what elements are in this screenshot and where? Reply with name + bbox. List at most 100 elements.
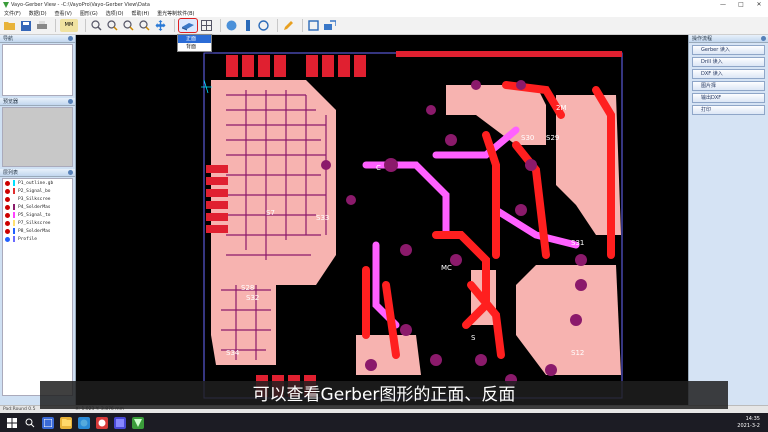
- flip-menu-item-back[interactable]: 背面: [178, 43, 211, 51]
- browser-taskbar-button[interactable]: [78, 416, 90, 429]
- layer-item[interactable]: P7_Silkscree: [3, 219, 72, 227]
- right-panel: 操作流程 Gerber 读入 Drill 读入 DXF 读入 图片择 输出DXF…: [688, 35, 768, 405]
- start-button[interactable]: [6, 417, 18, 429]
- copper-region: [356, 335, 421, 375]
- panel-close-icon[interactable]: [761, 36, 766, 41]
- thumbnail-panel-header: 导航: [0, 35, 75, 43]
- circle-tool-button[interactable]: [225, 19, 238, 32]
- visibility-icon[interactable]: [5, 196, 10, 202]
- folder-icon: [4, 22, 15, 30]
- pcb-drawing: S7 S33 S28 S32 S34 S12 S29 S30 S31 2M MC…: [201, 51, 623, 399]
- menu-options[interactable]: 选项(O): [106, 10, 124, 17]
- layer-item[interactable]: P5_Signal_to: [3, 211, 72, 219]
- layer-item[interactable]: P8_SolderMas: [3, 227, 72, 235]
- line-tool-button[interactable]: [241, 19, 254, 32]
- layer-color-swatch: [13, 236, 15, 242]
- left-panel: 导航 预览器 层列表 P1_outline.gb P2_Signal_bo P3…: [0, 35, 76, 405]
- toolbar-separator: [174, 19, 175, 32]
- app-icon: [116, 418, 124, 427]
- menu-graphics[interactable]: 图形(G): [80, 10, 98, 17]
- layer-color-swatch: [13, 196, 15, 202]
- workflow-panel-title: 操作流程: [692, 36, 713, 42]
- export-button[interactable]: [323, 19, 336, 32]
- tray-date: 2021-3-2: [737, 422, 760, 429]
- silk-label: C: [376, 164, 381, 172]
- layer-item[interactable]: Profile: [3, 235, 72, 243]
- visibility-icon[interactable]: [5, 228, 10, 234]
- taskbar: 14:35 2021-3-2: [0, 413, 768, 432]
- zoom-in-button[interactable]: [90, 19, 103, 32]
- ruler-icon: [258, 20, 269, 31]
- layer-item[interactable]: P2_Signal_bo: [3, 187, 72, 195]
- print-button[interactable]: [35, 19, 48, 32]
- layer-color-swatch: [13, 220, 15, 226]
- print-panel-button[interactable]: 打印: [692, 105, 765, 115]
- measure-button[interactable]: [257, 19, 270, 32]
- title-bar: Vayo-Gerber View - -C:\VayoPro\Vayo-Gerb…: [0, 0, 768, 9]
- panel-close-icon[interactable]: [68, 36, 73, 41]
- visibility-icon[interactable]: [5, 188, 10, 194]
- visibility-icon[interactable]: [5, 236, 10, 242]
- menu-view[interactable]: 查看(V): [55, 10, 72, 17]
- vayo-taskbar-button[interactable]: [132, 416, 144, 429]
- taskview-button[interactable]: [42, 416, 54, 429]
- layer-color-swatch: [13, 188, 15, 194]
- preview-view: [2, 107, 73, 167]
- layer-item[interactable]: P3_Silkscree: [3, 195, 72, 203]
- panel-close-icon[interactable]: [68, 170, 73, 175]
- menu-software[interactable]: 重光等制软件(B): [157, 10, 194, 17]
- vayo-logo-icon: [134, 418, 142, 427]
- visibility-icon[interactable]: [5, 204, 10, 210]
- layer-color-swatch: [13, 180, 15, 186]
- visibility-icon[interactable]: [5, 220, 10, 226]
- pan-button[interactable]: [154, 19, 167, 32]
- layer-item[interactable]: P4_SolderMas: [3, 203, 72, 211]
- pencil-button[interactable]: [282, 19, 295, 32]
- maximize-button[interactable]: □: [732, 0, 750, 9]
- silk-label: 2M: [556, 104, 567, 112]
- silk-label: S33: [316, 214, 329, 222]
- save-button[interactable]: [19, 19, 32, 32]
- panel-close-icon[interactable]: [68, 99, 73, 104]
- visibility-icon[interactable]: [5, 180, 10, 186]
- export-dxf-button[interactable]: 输出DXF: [692, 93, 765, 103]
- gerber-import-button[interactable]: Gerber 读入: [692, 45, 765, 55]
- close-button[interactable]: ✕: [750, 0, 768, 9]
- zoom-out-button[interactable]: [106, 19, 119, 32]
- gerber-canvas[interactable]: S7 S33 S28 S32 S34 S12 S29 S30 S31 2M MC…: [76, 35, 686, 405]
- menu-help[interactable]: 帮助(H): [132, 10, 150, 17]
- select-rect-button[interactable]: [307, 19, 320, 32]
- search-taskbar-button[interactable]: [24, 417, 36, 429]
- app-taskbar-button[interactable]: [96, 416, 108, 429]
- layer-grid-button[interactable]: [200, 19, 213, 32]
- layers-panel-header: 层列表: [0, 169, 75, 177]
- explorer-taskbar-button[interactable]: [60, 416, 72, 429]
- task-view-icon: [44, 418, 52, 427]
- video-subtitle: 可以查看Gerber图形的正面、反面: [40, 381, 728, 409]
- flip-view-button[interactable]: [178, 18, 198, 33]
- layer-item[interactable]: P1_outline.gb: [3, 179, 72, 187]
- unit-select[interactable]: MM: [60, 19, 78, 32]
- image-select-button[interactable]: 图片择: [692, 81, 765, 91]
- app-logo-icon: [3, 1, 9, 8]
- drill-import-button[interactable]: Drill 读入: [692, 57, 765, 67]
- toolbar-separator: [85, 19, 86, 32]
- zoom-window-button[interactable]: [122, 19, 135, 32]
- menu-file[interactable]: 文件(F): [4, 10, 21, 17]
- window-title: Vayo-Gerber View - -C:\VayoPro\Vayo-Gerb…: [11, 1, 150, 8]
- browser-icon: [80, 419, 88, 426]
- visibility-icon[interactable]: [5, 212, 10, 218]
- globe-icon: [226, 20, 237, 31]
- layer-name: Profile: [18, 236, 37, 242]
- windows-icon: [7, 417, 17, 428]
- dxf-import-button[interactable]: DXF 读入: [692, 69, 765, 79]
- zoom-fit-button[interactable]: [138, 19, 151, 32]
- menu-data[interactable]: 数据(D): [29, 10, 47, 17]
- toolbar: MM: [0, 17, 768, 35]
- app-taskbar-button[interactable]: [114, 416, 126, 429]
- minimize-button[interactable]: —: [714, 0, 732, 9]
- printer-icon: [36, 20, 47, 29]
- open-file-button[interactable]: [3, 19, 16, 32]
- flip-menu-item-front[interactable]: 正面: [178, 35, 211, 43]
- silk-label: S29: [546, 134, 559, 142]
